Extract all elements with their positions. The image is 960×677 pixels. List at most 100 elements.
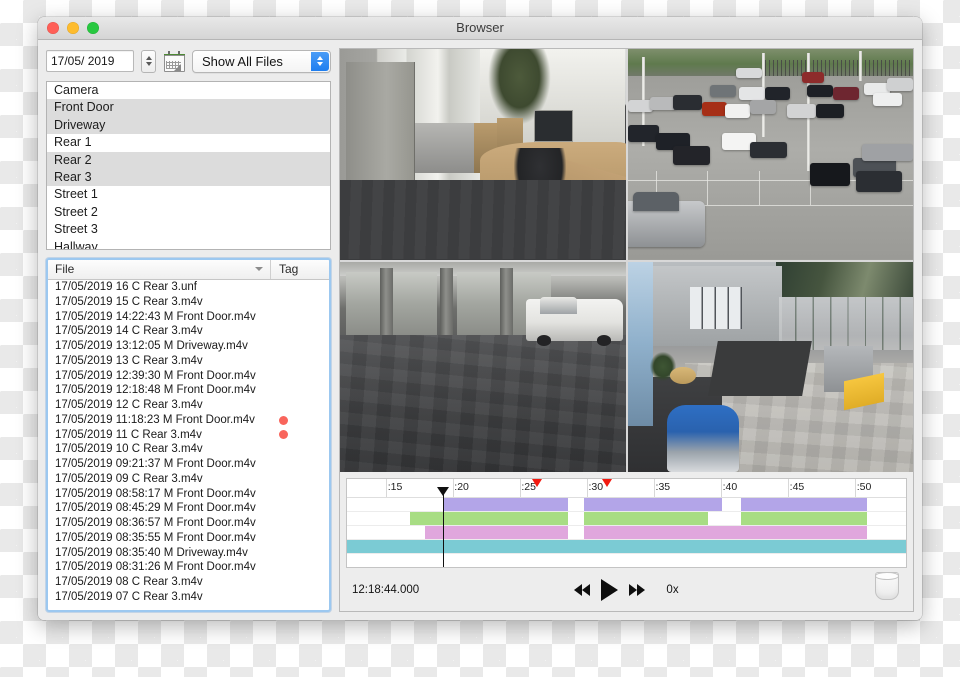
file-list-header: File Tag — [48, 260, 329, 280]
track-green[interactable] — [347, 512, 906, 526]
minimize-button[interactable] — [67, 22, 79, 34]
timecode-display: 12:18:44.000 — [352, 583, 420, 596]
camera-item-front-door[interactable]: Front Door — [47, 99, 330, 117]
ruler-label: :45 — [789, 481, 805, 493]
column-header-file[interactable]: File — [48, 260, 271, 279]
file-list-item[interactable]: 17/05/2019 08:45:29 M Front Door.m4v — [48, 501, 329, 516]
ruler-label: :30 — [588, 481, 604, 493]
event-marker-icon[interactable] — [601, 479, 612, 487]
timeline-segment[interactable] — [584, 512, 708, 525]
ruler-label: :20 — [454, 481, 469, 493]
file-tag-cell[interactable] — [271, 430, 329, 440]
rewind-icon[interactable] — [574, 583, 591, 596]
file-list-rows[interactable]: 17/05/2019 16 C Rear 3.unf 17/05/2019 15 … — [48, 280, 329, 610]
video-grid — [340, 49, 913, 472]
camera-item-driveway[interactable]: Driveway — [47, 116, 330, 135]
file-list-item[interactable]: 17/05/2019 08:35:40 M Driveway.m4v — [48, 546, 329, 561]
bay-opening-1 — [345, 272, 380, 336]
file-list-item[interactable]: 17/05/2019 14 C Rear 3.m4v — [48, 324, 329, 339]
track-purple[interactable] — [347, 498, 906, 512]
file-list-item[interactable]: 17/05/2019 11:18:23 M Front Door.m4v — [48, 413, 329, 428]
timeline-segment[interactable] — [584, 526, 868, 539]
date-input[interactable]: 17/05/ 2019 — [46, 50, 134, 72]
transport-bar: 12:18:44.000 0x — [346, 568, 907, 611]
bay-opening-3 — [457, 272, 500, 336]
bay-column-3 — [499, 267, 513, 344]
timeline-ruler[interactable]: :15:20:25:30:35:40:45:50 — [347, 479, 906, 498]
file-list-item[interactable]: 17/05/2019 09 C Rear 3.m4v — [48, 472, 329, 487]
file-list-item[interactable]: 17/05/2019 09:21:37 M Front Door.m4v — [48, 457, 329, 472]
track-empty-1[interactable] — [347, 554, 906, 567]
file-list-item[interactable]: 17/05/2019 07 C Rear 3.m4v — [48, 590, 329, 605]
trash-icon[interactable] — [875, 572, 899, 600]
file-list-item[interactable]: 17/05/2019 08:36:57 M Front Door.m4v — [48, 516, 329, 531]
file-list-item[interactable]: 17/05/2019 08 C Rear 3.m4v — [48, 575, 329, 590]
camera-item-street-1[interactable]: Street 1 — [47, 186, 330, 203]
file-list-item[interactable]: 17/05/2019 14:22:43 M Front Door.m4v — [48, 310, 329, 325]
event-marker-icon[interactable] — [532, 479, 543, 487]
video-cell-parking-lot[interactable] — [627, 49, 913, 260]
file-list-item[interactable]: 17/05/2019 15 C Rear 3.m4v — [48, 295, 329, 310]
camera-item-rear-1[interactable]: Rear 1 — [47, 134, 330, 151]
car — [633, 192, 679, 212]
camera-list[interactable]: Camera Front Door Driveway Rear 1 Rear 2… — [46, 81, 331, 250]
timeline-segment[interactable] — [442, 498, 569, 511]
camera-item-street-3[interactable]: Street 3 — [47, 221, 330, 238]
timeline[interactable]: :15:20:25:30:35:40:45:50 — [346, 478, 907, 568]
timeline-segment[interactable] — [409, 512, 569, 525]
timeline-segment[interactable] — [584, 498, 722, 511]
camera-item-rear-3[interactable]: Rear 3 — [47, 168, 330, 187]
file-tag-cell[interactable] — [271, 415, 329, 425]
car — [833, 86, 859, 100]
track-teal[interactable] — [347, 540, 906, 554]
camera-item-street-2[interactable]: Street 2 — [47, 204, 330, 221]
file-list-item[interactable]: 17/05/2019 12:18:48 M Front Door.m4v — [48, 383, 329, 398]
ruler-label: :15 — [387, 481, 403, 493]
timeline-segment[interactable] — [740, 498, 868, 511]
car — [673, 95, 702, 111]
office-exterior-floor — [414, 122, 480, 174]
file-list-item[interactable]: 17/05/2019 16 C Rear 3.unf — [48, 280, 329, 295]
playhead[interactable] — [437, 487, 450, 567]
car — [735, 67, 762, 79]
close-button[interactable] — [47, 22, 59, 34]
column-header-tag[interactable]: Tag — [271, 260, 329, 279]
bay-truck-cab — [539, 297, 577, 315]
file-list-item[interactable]: 17/05/2019 12:39:30 M Front Door.m4v — [48, 369, 329, 384]
file-list-item[interactable]: 17/05/2019 08:58:17 M Front Door.m4v — [48, 487, 329, 502]
file-name: 17/05/2019 14 C Rear 3.m4v — [55, 325, 203, 338]
file-filter-value: Show All Files — [202, 53, 283, 69]
date-stepper[interactable] — [141, 49, 156, 73]
camera-item-rear-2[interactable]: Rear 2 — [47, 151, 330, 169]
video-cell-showroom[interactable] — [627, 261, 913, 472]
file-list-item[interactable]: 17/05/2019 13 C Rear 3.m4v — [48, 354, 329, 369]
camera-list-header: Camera — [54, 83, 99, 97]
car — [650, 97, 677, 111]
timeline-segment[interactable] — [347, 540, 906, 553]
file-list-item[interactable]: 17/05/2019 10 C Rear 3.m4v — [48, 442, 329, 457]
zoom-button[interactable] — [87, 22, 99, 34]
showroom-window-wall — [627, 261, 654, 426]
timeline-tracks[interactable] — [347, 498, 906, 567]
file-list-item[interactable]: 17/05/2019 11 C Rear 3.m4v — [48, 428, 329, 443]
calendar-icon[interactable] — [163, 50, 185, 72]
file-name: 17/05/2019 08:36:57 M Front Door.m4v — [55, 517, 256, 529]
file-list-item[interactable]: 17/05/2019 13:12:05 M Driveway.m4v — [48, 339, 329, 354]
file-list-item[interactable]: 17/05/2019 12 C Rear 3.m4v — [48, 398, 329, 413]
camera-item-hallway[interactable]: Hallway — [47, 239, 330, 249]
track-pink[interactable] — [347, 526, 906, 540]
file-filter-select[interactable]: Show All Files — [192, 49, 331, 73]
file-list-item[interactable]: 17/05/2019 08:35:55 M Front Door.m4v — [48, 531, 329, 546]
car — [801, 72, 825, 83]
file-list-item[interactable]: 17/05/2019 08:31:26 M Front Door.m4v — [48, 560, 329, 575]
video-cell-office[interactable] — [340, 49, 626, 260]
play-icon[interactable] — [601, 578, 619, 601]
timeline-segment[interactable] — [424, 526, 569, 539]
file-list[interactable]: File Tag 17/05/2019 16 C Rear 3.unf 17/05… — [46, 258, 331, 612]
timeline-segment[interactable] — [740, 512, 868, 525]
video-cell-service-bay[interactable] — [340, 261, 626, 472]
fast-forward-icon[interactable] — [629, 583, 646, 596]
office-carpet — [340, 179, 626, 260]
car — [710, 84, 736, 98]
car — [810, 162, 851, 186]
